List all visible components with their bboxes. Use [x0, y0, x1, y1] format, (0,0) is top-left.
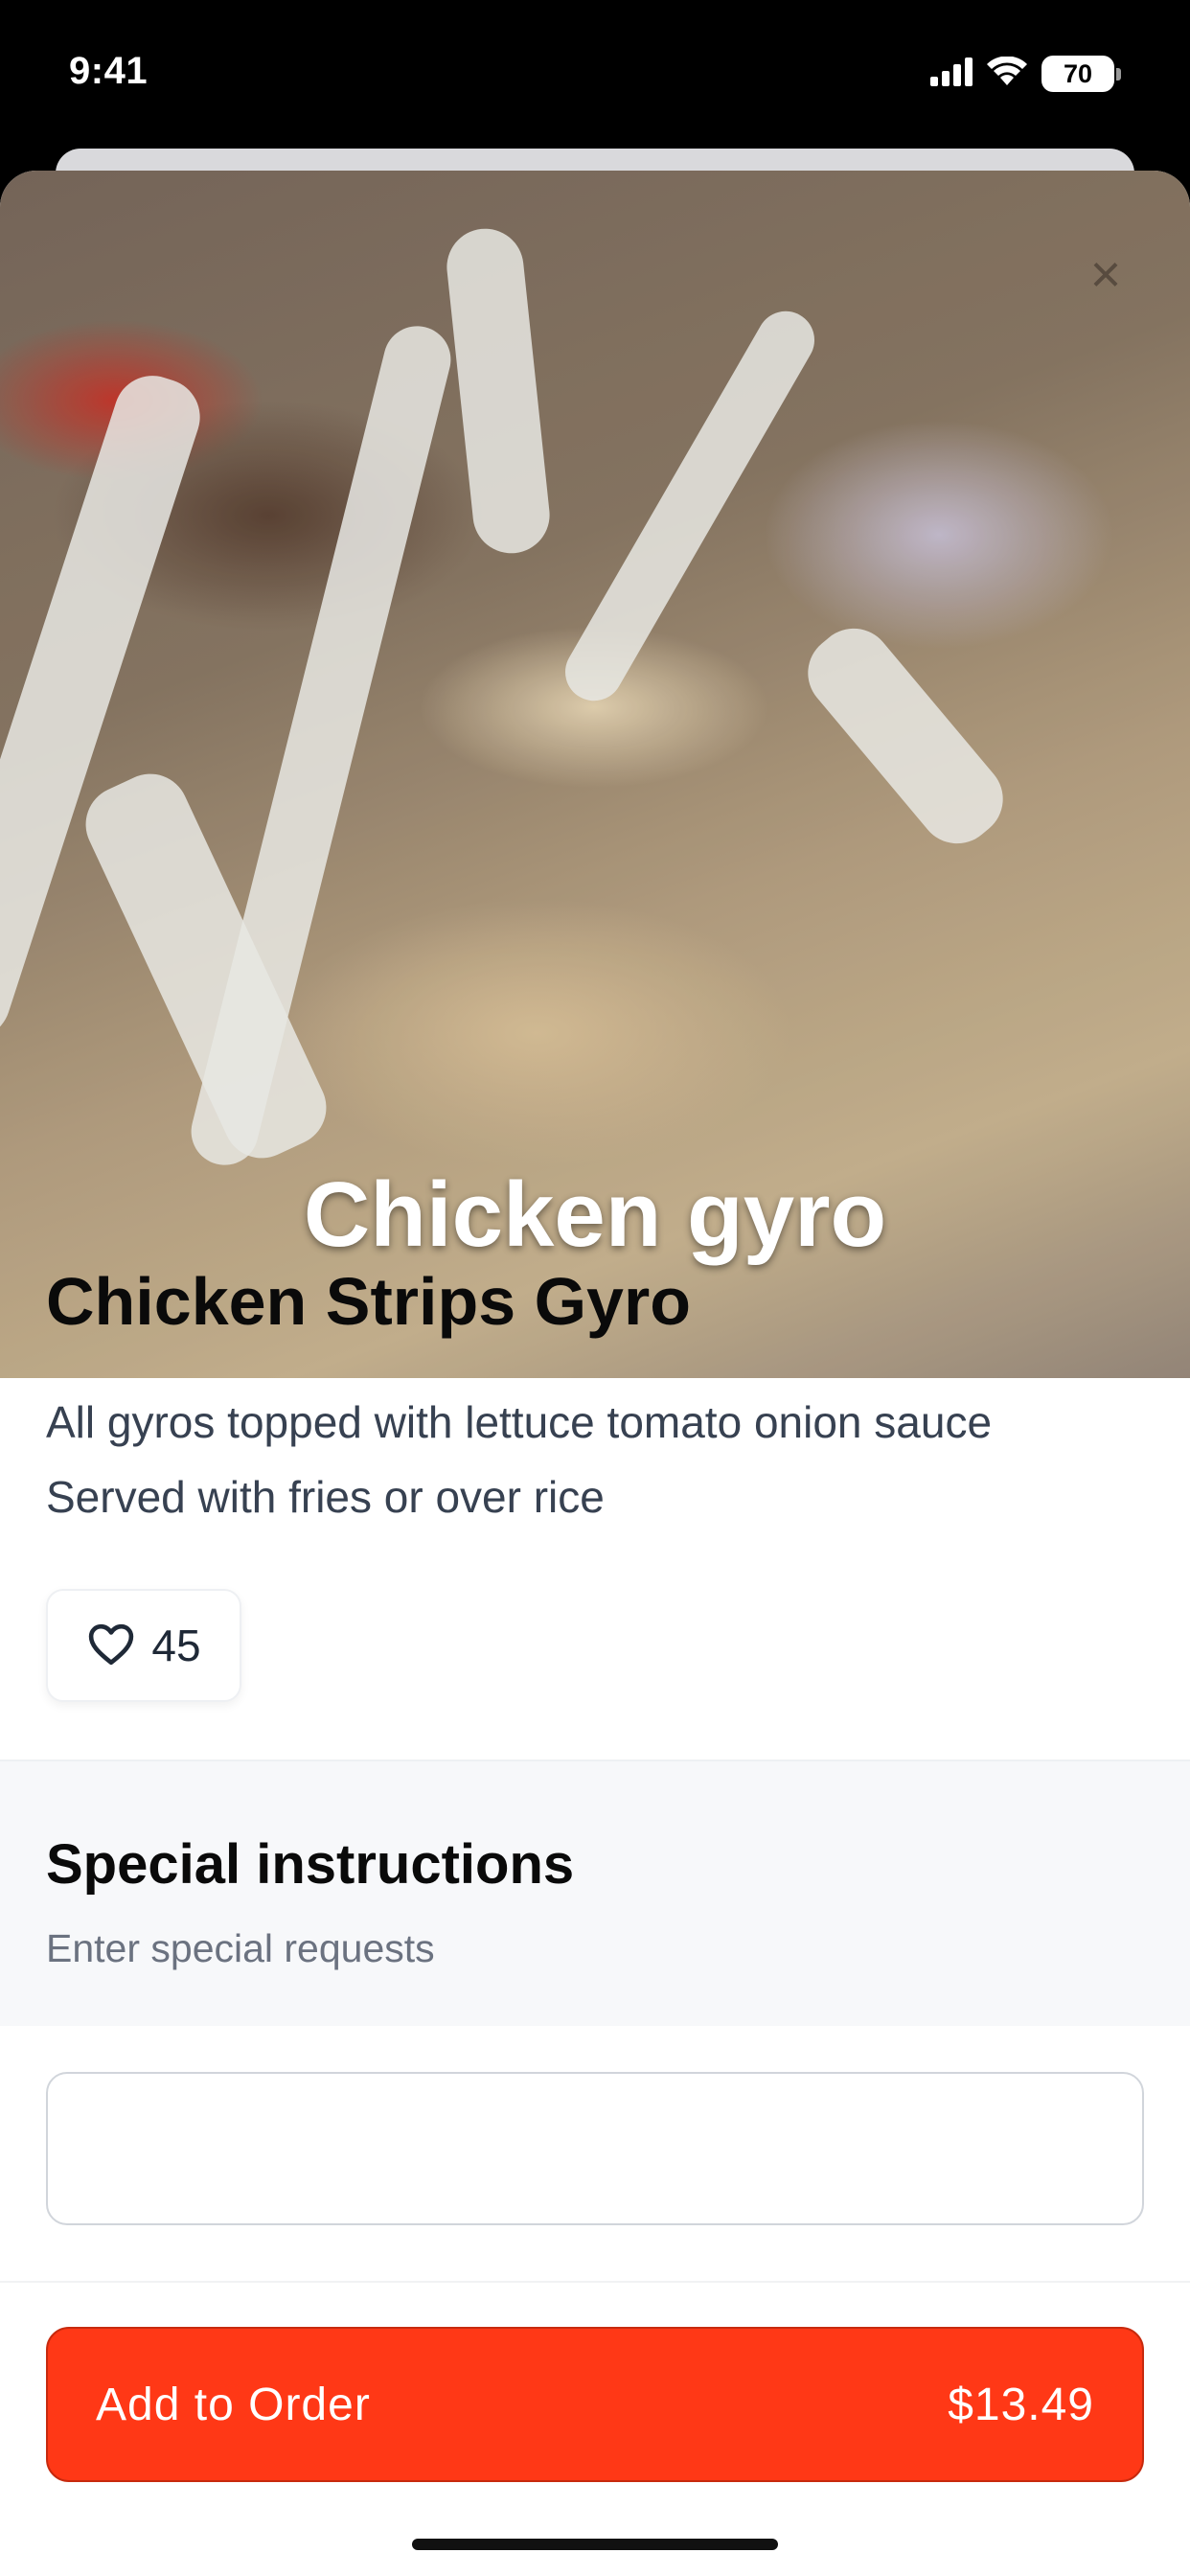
- status-bar: 9:41 70: [0, 0, 1190, 158]
- item-description-line-2: Served with fries or over rice: [46, 1472, 605, 1522]
- like-button[interactable]: 45: [46, 1589, 241, 1702]
- battery-level: 70: [1041, 56, 1114, 92]
- close-icon[interactable]: ×: [1077, 245, 1134, 303]
- like-count: 45: [151, 1621, 201, 1670]
- item-title: Chicken Strips Gyro: [46, 1264, 691, 1339]
- special-instructions-title: Special instructions: [46, 1833, 575, 1896]
- home-indicator[interactable]: [412, 2539, 778, 2550]
- cellular-signal-icon: [930, 57, 973, 91]
- order-price: $13.49: [948, 2379, 1094, 2430]
- add-to-order-label: Add to Order: [96, 2379, 371, 2430]
- status-time: 9:41: [69, 50, 149, 92]
- item-description: All gyros topped with lettuce tomato oni…: [46, 1385, 1148, 1534]
- status-icons: 70: [930, 55, 1121, 92]
- item-photo: × Chicken gyro: [0, 171, 1190, 1378]
- item-description-line-1: All gyros topped with lettuce tomato oni…: [46, 1397, 993, 1447]
- heart-icon: [86, 1622, 136, 1670]
- special-instructions-input[interactable]: [46, 2072, 1144, 2225]
- photo-caption: Chicken gyro: [303, 1163, 887, 1266]
- add-to-order-button[interactable]: Add to Order $13.49: [46, 2327, 1144, 2482]
- battery-icon: 70: [1041, 56, 1121, 92]
- special-instructions-subtitle: Enter special requests: [46, 1926, 435, 1970]
- wifi-icon: [986, 55, 1028, 92]
